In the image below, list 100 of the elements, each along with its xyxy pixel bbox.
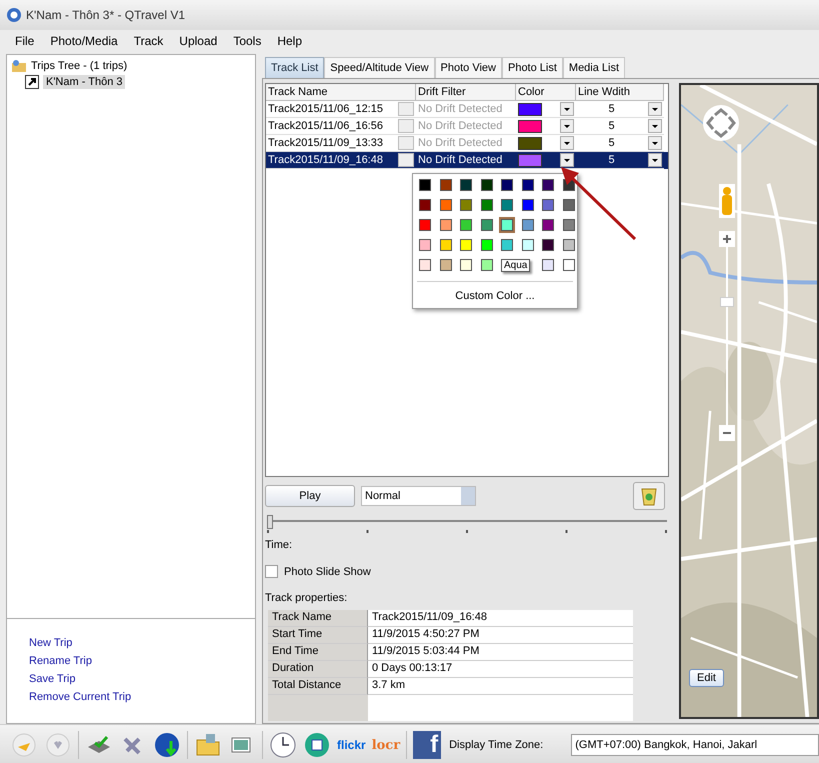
- color-option[interactable]: [542, 239, 554, 251]
- dropdown-icon[interactable]: [648, 136, 662, 150]
- track-row[interactable]: Track2015/11/06_12:15 No Drift Detected 5: [266, 101, 668, 118]
- dropdown-icon[interactable]: [560, 153, 574, 167]
- color-option[interactable]: [440, 179, 452, 191]
- trip-link[interactable]: Save Trip: [29, 673, 76, 685]
- time-slider[interactable]: [267, 515, 667, 535]
- zoom-in-icon[interactable]: [719, 231, 735, 247]
- trip-link[interactable]: Remove Current Trip: [29, 691, 132, 703]
- trips-icon: [11, 59, 27, 73]
- drift-filter: No Drift Detected: [418, 154, 502, 166]
- color-option[interactable]: [562, 199, 574, 211]
- timezone-select[interactable]: (GMT+07:00) Bangkok, Hanoi, Jakarl: [571, 734, 819, 756]
- property-value: 11/9/2015 4:50:27 PM: [368, 627, 633, 644]
- color-option[interactable]: [562, 259, 574, 271]
- drift-filter: No Drift Detected: [418, 103, 502, 115]
- color-option[interactable]: [440, 259, 452, 271]
- tree-item[interactable]: K'Nam - Thôn 3: [43, 75, 126, 89]
- color-option[interactable]: [460, 239, 472, 251]
- color-option[interactable]: [480, 239, 492, 251]
- trip-link[interactable]: New Trip: [29, 637, 72, 649]
- zoom-out-icon[interactable]: [719, 425, 735, 441]
- clock-icon[interactable]: [269, 731, 297, 759]
- color-option[interactable]: [460, 199, 472, 211]
- globe-photo-icon[interactable]: [303, 731, 331, 759]
- globe-download-icon[interactable]: [153, 731, 181, 759]
- color-option[interactable]: [440, 239, 452, 251]
- dropdown-icon[interactable]: [648, 102, 662, 116]
- dropdown-icon[interactable]: [648, 153, 662, 167]
- color-option[interactable]: [522, 219, 534, 231]
- shortcut-icon: [25, 75, 39, 89]
- color-option[interactable]: [522, 199, 534, 211]
- menu-item[interactable]: Track: [134, 33, 164, 49]
- menu-item[interactable]: File: [15, 33, 34, 49]
- menu-item[interactable]: Tools: [233, 33, 262, 49]
- custom-color-option[interactable]: Custom Color ...: [413, 288, 577, 304]
- checkbox[interactable]: [265, 565, 278, 578]
- column-header[interactable]: Color: [516, 84, 576, 101]
- tab[interactable]: Photo List: [502, 57, 563, 78]
- property-value: Track2015/11/09_16:48: [368, 610, 633, 627]
- trash-button[interactable]: [633, 482, 665, 510]
- pan-control-icon[interactable]: [703, 105, 739, 141]
- color-option[interactable]: [440, 199, 452, 211]
- color-option[interactable]: [501, 199, 513, 211]
- color-option[interactable]: [501, 219, 513, 231]
- zoom-slider[interactable]: [720, 247, 734, 425]
- color-option[interactable]: [501, 179, 513, 191]
- flickr-logo[interactable]: flickr: [337, 738, 366, 752]
- tab[interactable]: Track List: [265, 57, 324, 78]
- dropdown-icon[interactable]: [560, 119, 574, 133]
- color-option[interactable]: [480, 259, 492, 271]
- track-row[interactable]: Track2015/11/06_16:56 No Drift Detected 5: [266, 118, 668, 135]
- color-option[interactable]: [460, 179, 472, 191]
- tree-item[interactable]: Trips Tree - (1 trips): [31, 60, 128, 72]
- track-row[interactable]: Track2015/11/09_16:48 No Drift Detected 5: [266, 152, 668, 169]
- menu-item[interactable]: Help: [277, 33, 302, 49]
- column-header[interactable]: Line Wdith: [576, 84, 664, 101]
- drift-filter: No Drift Detected: [418, 120, 502, 132]
- tab[interactable]: Photo View: [434, 57, 502, 78]
- color-option[interactable]: [480, 179, 492, 191]
- color-option[interactable]: [562, 219, 574, 231]
- color-option[interactable]: [522, 239, 534, 251]
- color-option[interactable]: [419, 239, 431, 251]
- dropdown-icon[interactable]: [560, 102, 574, 116]
- dropdown-icon[interactable]: [648, 119, 662, 133]
- property-name: End Time: [268, 644, 368, 661]
- menu-item[interactable]: Upload: [179, 33, 218, 49]
- slider-thumb[interactable]: [267, 515, 273, 529]
- zoom-slider-thumb[interactable]: [720, 297, 734, 308]
- color-option[interactable]: [419, 199, 431, 211]
- window-title: K'Nam - Thôn 3* - QTravel V1: [26, 8, 186, 22]
- tab[interactable]: Speed/Altitude View: [324, 57, 435, 78]
- column-header[interactable]: Track Name: [266, 84, 416, 101]
- tab[interactable]: Media List: [562, 57, 626, 78]
- facebook-logo[interactable]: f: [413, 731, 442, 759]
- dropdown-icon[interactable]: [560, 136, 574, 150]
- color-option[interactable]: [460, 219, 472, 231]
- edit-button[interactable]: Edit: [689, 669, 724, 687]
- color-option[interactable]: [440, 219, 452, 231]
- play-button[interactable]: Play: [265, 485, 355, 507]
- color-option[interactable]: [542, 179, 554, 191]
- column-header[interactable]: Drift Filter: [416, 84, 516, 101]
- color-option[interactable]: [542, 219, 554, 231]
- properties-title: Track properties:: [265, 592, 348, 604]
- color-option[interactable]: [419, 219, 431, 231]
- drift-filter: No Drift Detected: [418, 137, 502, 149]
- color-option[interactable]: [419, 259, 431, 271]
- speed-select[interactable]: Normal: [361, 486, 476, 506]
- checkbox-label: Photo Slide Show: [284, 566, 371, 578]
- color-option[interactable]: [542, 199, 554, 211]
- color-option[interactable]: [419, 179, 431, 191]
- color-option[interactable]: [562, 239, 574, 251]
- menu-item[interactable]: Photo/Media: [50, 33, 118, 49]
- color-option[interactable]: [480, 219, 492, 231]
- trip-link[interactable]: Rename Trip: [29, 655, 92, 667]
- color-option[interactable]: [522, 179, 534, 191]
- color-option[interactable]: [480, 199, 492, 211]
- color-option[interactable]: [501, 239, 513, 251]
- color-option[interactable]: [542, 259, 554, 271]
- color-option[interactable]: [460, 259, 472, 271]
